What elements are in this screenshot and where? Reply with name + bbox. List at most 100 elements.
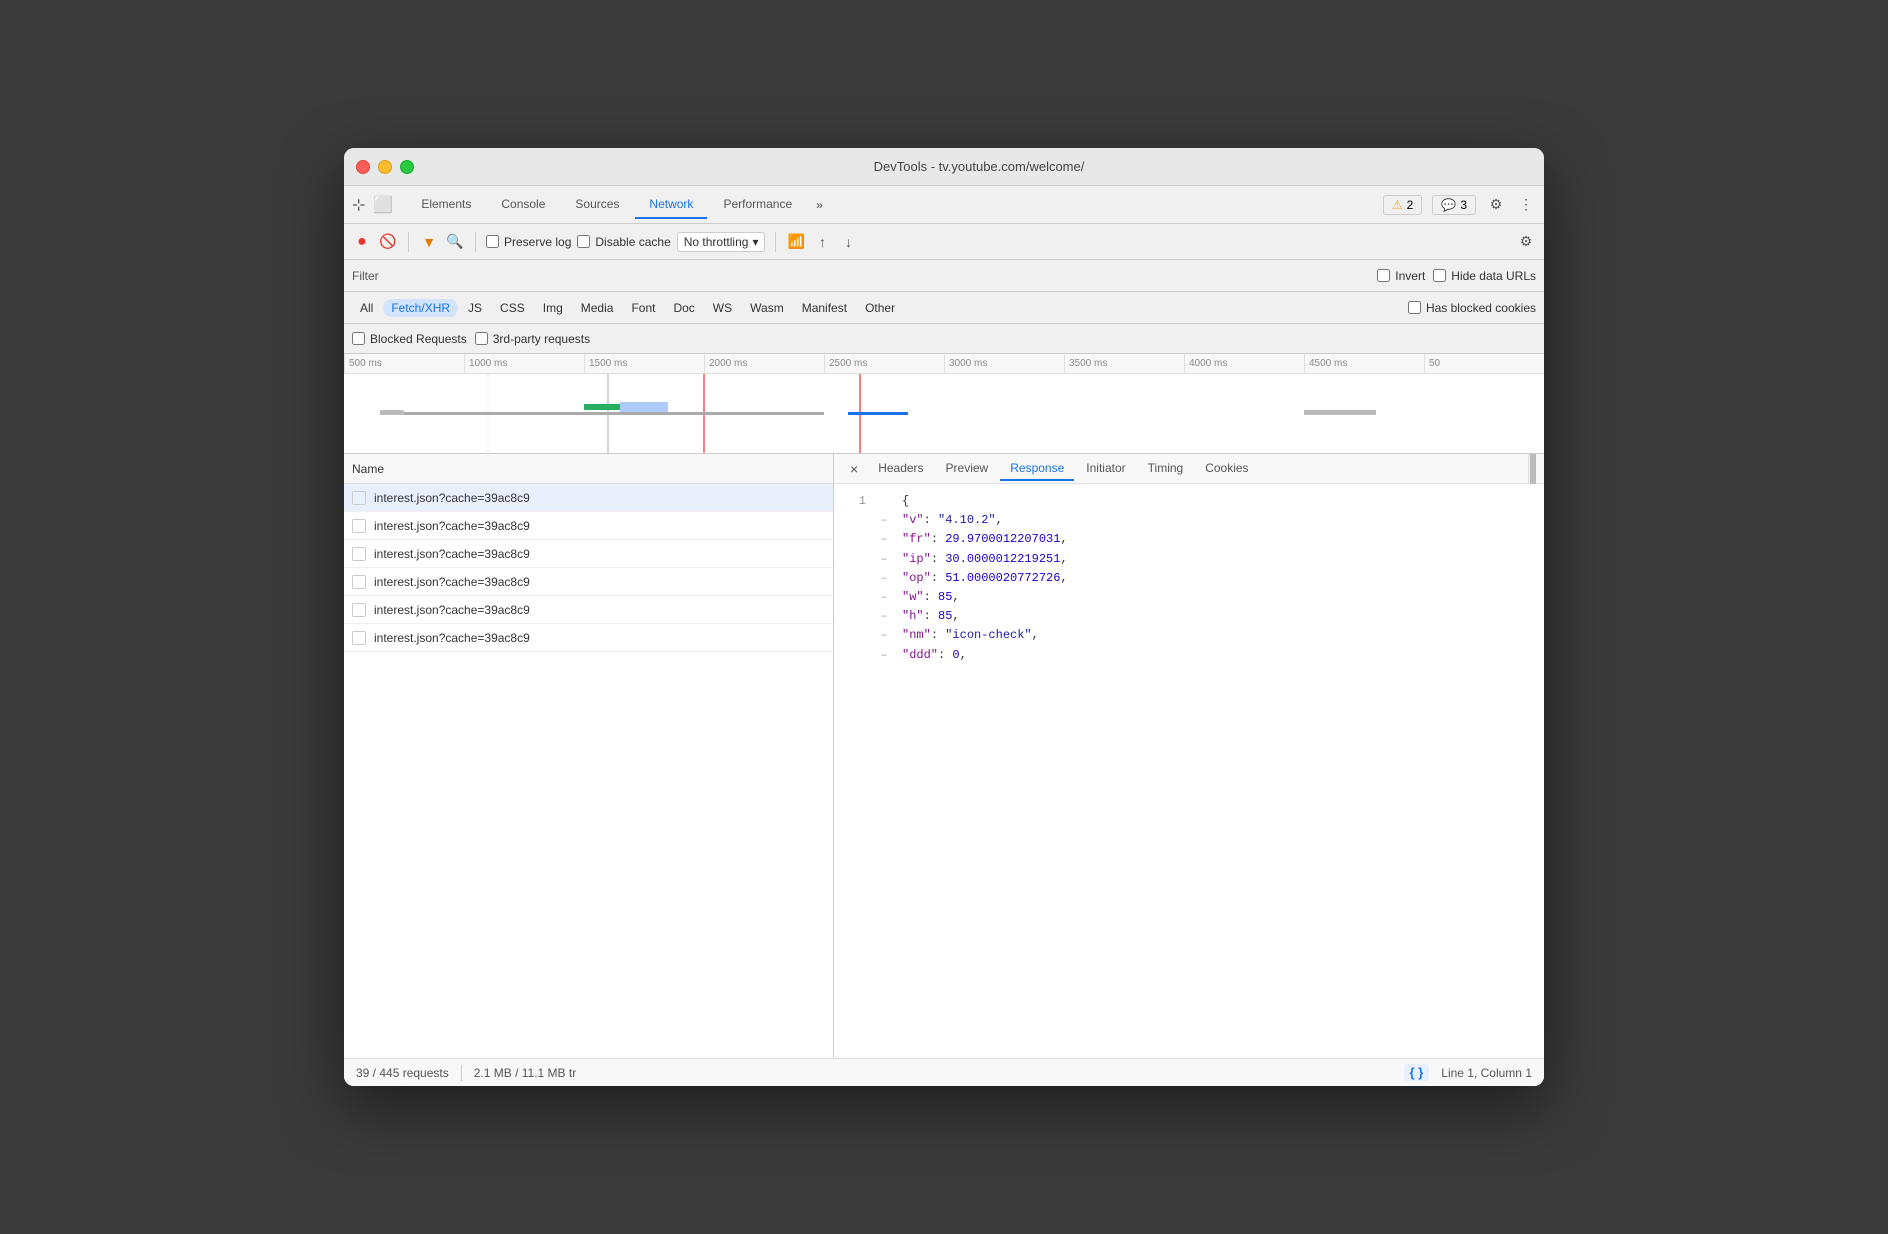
upload-icon[interactable]: ↑ — [812, 232, 832, 252]
blocked-requests-text: Blocked Requests — [370, 332, 467, 346]
request-row[interactable]: interest.json?cache=39ac8c9 — [344, 484, 833, 512]
cursor-icon[interactable]: ⊹ — [352, 195, 365, 215]
request-checkbox-2[interactable] — [352, 547, 366, 561]
tab-timing[interactable]: Timing — [1138, 457, 1194, 481]
tab-cookies[interactable]: Cookies — [1195, 457, 1258, 481]
format-button[interactable]: { } — [1404, 1064, 1430, 1081]
tab-response[interactable]: Response — [1000, 457, 1074, 481]
tick-4000: 4000 ms — [1184, 354, 1304, 373]
type-btn-wasm[interactable]: Wasm — [742, 299, 792, 317]
tab-initiator[interactable]: Initiator — [1076, 457, 1135, 481]
tab-headers[interactable]: Headers — [868, 457, 933, 481]
tab-elements[interactable]: Elements — [407, 191, 485, 219]
close-panel-button[interactable]: × — [842, 459, 866, 479]
type-btn-all[interactable]: All — [352, 299, 381, 317]
filter-icon[interactable]: ▼ — [419, 232, 439, 252]
line-collapse-7[interactable]: – — [878, 607, 890, 626]
type-filter-bar: All Fetch/XHR JS CSS Img Media Font Doc … — [344, 292, 1544, 324]
third-party-label[interactable]: 3rd-party requests — [475, 332, 590, 346]
type-btn-fetch-xhr[interactable]: Fetch/XHR — [383, 299, 458, 317]
line-collapse-5[interactable]: – — [878, 569, 890, 588]
search-icon[interactable]: 🔍 — [445, 232, 465, 252]
type-btn-font[interactable]: Font — [623, 299, 663, 317]
request-checkbox-5[interactable] — [352, 631, 366, 645]
type-btn-media[interactable]: Media — [573, 299, 622, 317]
device-icon[interactable]: ⬜ — [373, 195, 393, 215]
disable-cache-label[interactable]: Disable cache — [577, 235, 670, 249]
request-row[interactable]: interest.json?cache=39ac8c9 — [344, 596, 833, 624]
settings-gear-icon[interactable]: ⚙ — [1486, 195, 1506, 215]
blocked-requests-label[interactable]: Blocked Requests — [352, 332, 467, 346]
maximize-button[interactable] — [400, 160, 414, 174]
message-icon: 💬 — [1441, 198, 1456, 212]
invert-label[interactable]: Invert — [1377, 269, 1425, 283]
request-checkbox-1[interactable] — [352, 519, 366, 533]
toolbar-separator-2 — [475, 232, 476, 252]
request-name-2: interest.json?cache=39ac8c9 — [374, 547, 530, 561]
request-checkbox-4[interactable] — [352, 603, 366, 617]
requests-panel: Name interest.json?cache=39ac8c9 interes… — [344, 454, 834, 1058]
has-blocked-cookies-checkbox[interactable] — [1408, 301, 1421, 314]
toolbar-separator-3 — [775, 232, 776, 252]
preserve-log-checkbox[interactable] — [486, 235, 499, 248]
wifi-icon[interactable]: 📶 — [786, 232, 806, 252]
line-collapse-2[interactable]: – — [878, 511, 890, 530]
request-checkbox-0[interactable] — [352, 491, 366, 505]
close-button[interactable] — [356, 160, 370, 174]
type-btn-img[interactable]: Img — [535, 299, 571, 317]
line-collapse-4[interactable]: – — [878, 550, 890, 569]
tab-network[interactable]: Network — [635, 191, 707, 219]
blocked-requests-checkbox[interactable] — [352, 332, 365, 345]
request-row[interactable]: interest.json?cache=39ac8c9 — [344, 624, 833, 652]
line-collapse-9[interactable]: – — [878, 646, 890, 665]
timeline-svg — [344, 374, 1544, 454]
top-tab-bar: ⊹ ⬜ Elements Console Sources Network Per… — [344, 186, 1544, 224]
download-icon[interactable]: ↓ — [838, 232, 858, 252]
type-btn-other[interactable]: Other — [857, 299, 903, 317]
throttle-dropdown[interactable]: No throttling ▾ — [677, 232, 766, 252]
clear-button[interactable]: 🚫 — [378, 232, 398, 252]
tab-more-button[interactable]: » — [808, 194, 831, 216]
hide-data-urls-checkbox[interactable] — [1433, 269, 1446, 282]
disable-cache-checkbox[interactable] — [577, 235, 590, 248]
info-badge[interactable]: 💬 3 — [1432, 195, 1476, 215]
network-settings-icon[interactable]: ⚙ — [1516, 232, 1536, 252]
type-btn-ws[interactable]: WS — [705, 299, 740, 317]
invert-checkbox[interactable] — [1377, 269, 1390, 282]
tab-performance[interactable]: Performance — [709, 191, 806, 219]
code-content-1: { — [902, 492, 1532, 511]
tab-sources[interactable]: Sources — [561, 191, 633, 219]
has-blocked-cookies-text: Has blocked cookies — [1426, 301, 1536, 315]
type-btn-js[interactable]: JS — [460, 299, 490, 317]
record-button[interactable]: ● — [352, 232, 372, 252]
warning-badge[interactable]: ⚠ 2 — [1383, 195, 1422, 215]
requests-count: 39 / 445 requests — [356, 1066, 449, 1080]
request-row[interactable]: interest.json?cache=39ac8c9 — [344, 540, 833, 568]
code-content-6: "w": 85, — [902, 588, 1532, 607]
request-checkbox-3[interactable] — [352, 575, 366, 589]
request-name-1: interest.json?cache=39ac8c9 — [374, 519, 530, 533]
tick-500: 500 ms — [344, 354, 464, 373]
code-content-8: "nm": "icon-check", — [902, 626, 1532, 645]
tick-3500: 3500 ms — [1064, 354, 1184, 373]
has-blocked-cookies-label[interactable]: Has blocked cookies — [1408, 301, 1536, 315]
request-row[interactable]: interest.json?cache=39ac8c9 — [344, 568, 833, 596]
more-options-icon[interactable]: ⋮ — [1516, 195, 1536, 215]
line-collapse-8[interactable]: – — [878, 626, 890, 645]
hide-data-urls-label[interactable]: Hide data URLs — [1433, 269, 1536, 283]
code-content-2: "v": "4.10.2", — [902, 511, 1532, 530]
line-collapse-6[interactable]: – — [878, 588, 890, 607]
line-number-1: 1 — [846, 492, 866, 511]
requests-list[interactable]: interest.json?cache=39ac8c9 interest.jso… — [344, 484, 833, 1058]
minimize-button[interactable] — [378, 160, 392, 174]
third-party-checkbox[interactable] — [475, 332, 488, 345]
tab-console[interactable]: Console — [487, 191, 559, 219]
preserve-log-label[interactable]: Preserve log — [486, 235, 571, 249]
tab-bar-icons: ⊹ ⬜ — [352, 195, 393, 215]
tab-preview[interactable]: Preview — [936, 457, 999, 481]
line-collapse-3[interactable]: – — [878, 530, 890, 549]
type-btn-manifest[interactable]: Manifest — [794, 299, 855, 317]
type-btn-doc[interactable]: Doc — [665, 299, 702, 317]
request-row[interactable]: interest.json?cache=39ac8c9 — [344, 512, 833, 540]
type-btn-css[interactable]: CSS — [492, 299, 533, 317]
